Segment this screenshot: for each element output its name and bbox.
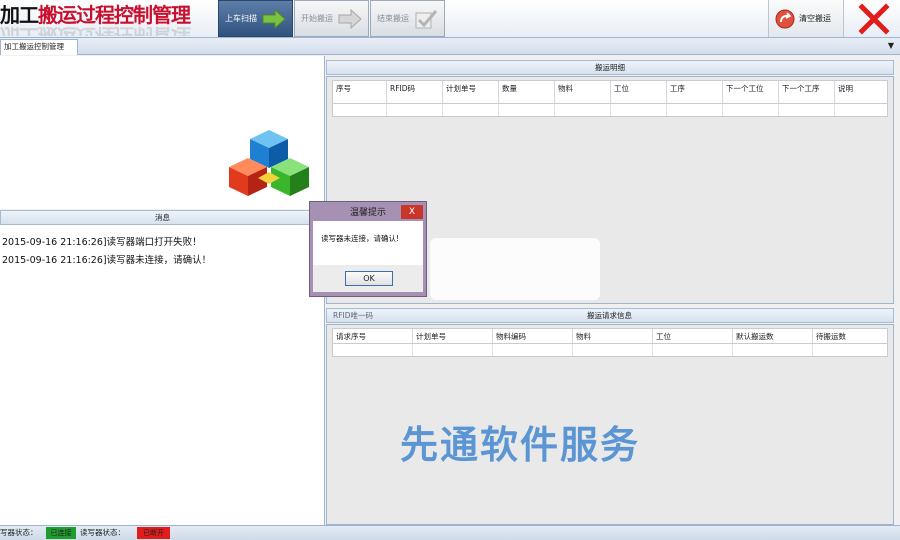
tab-strip: 加工搬运控制管理 ▼ [0, 38, 900, 55]
dialog-title: 温馨提示 [349, 208, 386, 218]
app-title: 加工搬运过程控制管理 加工搬运过程控制管理 [0, 2, 210, 36]
column-header[interactable]: 计划单号 [443, 81, 499, 103]
column-header[interactable]: 下一个工位 [723, 81, 779, 103]
obscured-patch [430, 238, 600, 300]
top-toolbar: 加工搬运过程控制管理 加工搬运过程控制管理 上车扫描 开始搬运 结束搬运 清空搬… [0, 0, 900, 38]
clear-transport-label: 清空搬运 [799, 14, 831, 23]
start-transport-button[interactable]: 开始搬运 [294, 0, 369, 37]
request-info-header-bar: RFID唯一码 搬运请求信息 [326, 308, 894, 323]
tab-dropdown-icon[interactable]: ▼ [888, 41, 894, 50]
column-header[interactable]: 默认搬运数 [733, 329, 813, 343]
column-header[interactable]: 下一个工序 [779, 81, 835, 103]
messages-header: 消息 [0, 210, 325, 225]
arrow-right-icon [262, 9, 286, 29]
cubes-logo-icon [229, 130, 309, 196]
reader-status-badge: 已断开 [137, 527, 170, 539]
dialog-close-button[interactable]: X [401, 205, 423, 219]
app-title-reflection: 加工搬运过程控制管理 [0, 24, 190, 36]
column-header[interactable]: 物料 [555, 81, 611, 103]
message-line: 2015-09-16 21:16:26]读写器端口打开失败！ [2, 237, 202, 248]
watermark-text: 先通软件服务 [400, 423, 641, 467]
logo-panel [0, 56, 325, 209]
column-header[interactable]: RFID码 [387, 81, 443, 103]
request-info-columns: 请求序号 计划单号 物料编码 物料 工位 默认搬运数 待搬运数 [332, 328, 888, 344]
clear-transport-button[interactable]: 清空搬运 [768, 0, 844, 37]
request-info-header: 搬运请求信息 [587, 311, 632, 320]
column-header[interactable]: 物料 [573, 329, 653, 343]
start-transport-label: 开始搬运 [301, 14, 333, 23]
column-header[interactable]: 请求序号 [333, 329, 413, 343]
column-header[interactable]: 待搬运数 [813, 329, 887, 343]
tab-transport-control[interactable]: 加工搬运控制管理 [0, 39, 78, 55]
messages-panel: 2015-09-16 21:16:26]读写器端口打开失败！ 2015-09-1… [0, 225, 325, 525]
reader-status-label: 读写器状态： [80, 528, 125, 537]
column-header[interactable]: 物料编码 [493, 329, 573, 343]
column-header[interactable]: 序号 [333, 81, 387, 103]
clear-icon [775, 9, 795, 28]
writer-status-badge: 已连接 [46, 527, 76, 539]
column-header[interactable]: 计划单号 [413, 329, 493, 343]
writer-status-label: 写器状态： [0, 528, 38, 537]
table-row[interactable] [332, 104, 888, 117]
alert-dialog: 温馨提示 X 读写器未连接，请确认! OK [309, 201, 427, 297]
transport-detail-columns: 序号 RFID码 计划单号 数量 物料 工位 工序 下一个工位 下一个工序 说明 [332, 80, 888, 104]
table-row[interactable] [332, 344, 888, 357]
scan-on-vehicle-label: 上车扫描 [225, 14, 257, 23]
close-icon[interactable] [856, 3, 892, 35]
dialog-title-bar: 温馨提示 X [313, 205, 423, 221]
status-bar: 写器状态： 已连接 读写器状态： 已断开 [0, 525, 900, 540]
scan-on-vehicle-button[interactable]: 上车扫描 [218, 0, 293, 37]
dialog-message: 读写器未连接，请确认! [313, 221, 423, 265]
dialog-footer: OK [313, 265, 423, 292]
dialog-ok-button[interactable]: OK [345, 271, 393, 286]
rfid-unique-label: RFID唯一码 [333, 311, 374, 320]
end-transport-button[interactable]: 结束搬运 [370, 0, 445, 37]
arrow-right-icon [338, 9, 362, 29]
column-header[interactable]: 工位 [611, 81, 667, 103]
transport-detail-header: 搬运明细 [326, 60, 894, 75]
column-header[interactable]: 工序 [667, 81, 723, 103]
column-header[interactable]: 工位 [653, 329, 733, 343]
end-transport-label: 结束搬运 [377, 14, 409, 23]
checkmark-icon [415, 10, 438, 29]
message-line: 2015-09-16 21:16:26]读写器未连接，请确认！ [2, 255, 212, 266]
column-header[interactable]: 说明 [835, 81, 887, 103]
column-header[interactable]: 数量 [499, 81, 555, 103]
